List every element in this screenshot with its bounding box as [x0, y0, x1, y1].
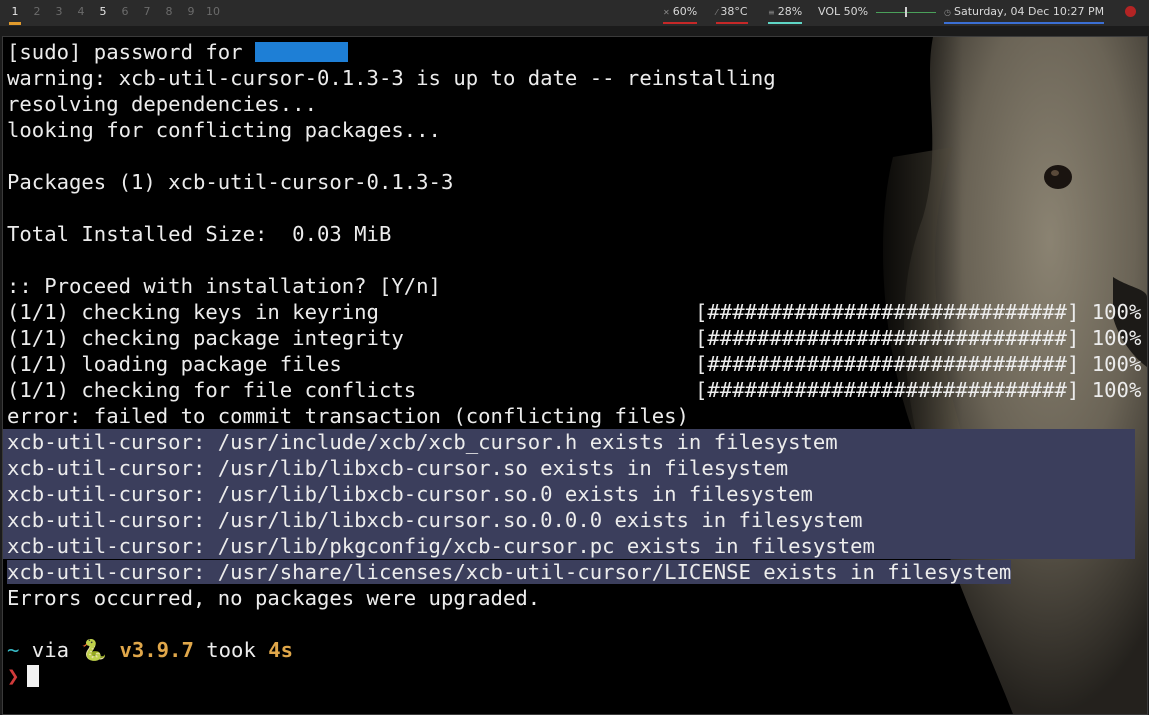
top-status-bar: 1 2 3 4 5 6 7 8 9 10 ✕ 60% ⁄ 38°C ≡ 28% VOL…	[0, 0, 1149, 26]
cpu-usage: ✕ 60%	[663, 5, 698, 24]
error-line: error: failed to commit transaction (con…	[7, 404, 689, 428]
workspace-9[interactable]: 9	[180, 0, 202, 26]
selected-conflict-line: xcb-util-cursor: /usr/lib/libxcb-cursor.…	[3, 481, 1143, 507]
output-line: Total Installed Size: 0.03 MiB	[7, 222, 392, 246]
output-line: warning: xcb-util-cursor-0.1.3-3 is up t…	[7, 66, 776, 90]
selected-conflict-line: xcb-util-cursor: /usr/share/licenses/xcb…	[7, 560, 1012, 584]
clock-icon: ◷	[944, 8, 951, 17]
output-line: looking for conflicting packages...	[7, 118, 441, 142]
volume-label: VOL 50%	[818, 5, 869, 18]
cwd: ~	[7, 638, 20, 662]
progress-bar: [#############################] 100%	[695, 300, 1142, 324]
progress-bar: [#############################] 100%	[695, 378, 1142, 402]
progress-bar: [#############################] 100%	[695, 326, 1142, 350]
terminal-output: [sudo] password for warning: xcb-util-cu…	[3, 39, 1143, 689]
memory-usage: ≡ 28%	[768, 5, 803, 24]
workspace-10[interactable]: 10	[202, 0, 224, 26]
progress-line: (1/1) checking package integrity [#######…	[7, 326, 1142, 350]
thermometer-icon: ⁄	[716, 8, 718, 17]
workspace-7[interactable]: 7	[136, 0, 158, 26]
output-line: resolving dependencies...	[7, 92, 317, 116]
output-line: :: Proceed with installation? [Y/n]	[7, 274, 441, 298]
redacted-username	[254, 42, 348, 62]
clock[interactable]: ◷ Saturday, 04 Dec 10:27 PM	[944, 5, 1105, 24]
selected-conflict-line: xcb-util-cursor: /usr/lib/pkgconfig/xcb-…	[3, 533, 1143, 559]
workspace-4[interactable]: 4	[70, 0, 92, 26]
sudo-prompt-line: [sudo] password for	[7, 39, 1143, 65]
output-line: Packages (1) xcb-util-cursor-0.1.3-3	[7, 170, 454, 194]
cpu-icon: ✕	[663, 8, 670, 17]
python-version: v3.9.7	[107, 638, 194, 662]
memory-value: 28%	[777, 5, 803, 18]
workspace-1[interactable]: 1	[4, 0, 26, 26]
memory-icon: ≡	[768, 8, 775, 17]
workspace-8[interactable]: 8	[158, 0, 180, 26]
shell-input-line[interactable]: ❯	[7, 663, 1143, 689]
command-duration: 4s	[268, 638, 294, 662]
terminal-window[interactable]: [sudo] password for warning: xcb-util-cu…	[2, 36, 1148, 715]
selected-conflict-line: xcb-util-cursor: /usr/lib/libxcb-cursor.…	[3, 507, 1143, 533]
workspace-3[interactable]: 3	[48, 0, 70, 26]
power-icon[interactable]	[1125, 6, 1136, 17]
summary-line: Errors occurred, no packages were upgrad…	[7, 586, 541, 610]
volume-slider[interactable]	[875, 7, 936, 17]
progress-bar: [#############################] 100%	[695, 352, 1142, 376]
selected-conflict-line: xcb-util-cursor: /usr/include/xcb/xcb_cu…	[3, 429, 1143, 455]
cpu-temperature: ⁄ 38°C	[716, 5, 748, 24]
date-time: Saturday, 04 Dec 10:27 PM	[953, 5, 1105, 18]
progress-line: (1/1) loading package files [############…	[7, 352, 1142, 376]
workspace-6[interactable]: 6	[114, 0, 136, 26]
text-cursor[interactable]	[27, 665, 40, 687]
progress-line: (1/1) checking for file conflicts [######…	[7, 378, 1142, 402]
workspace-5[interactable]: 5	[92, 0, 114, 26]
workspace-2[interactable]: 2	[26, 0, 48, 26]
shell-prompt-info: ~ via 🐍 v3.9.7 took 4s	[7, 638, 294, 662]
python-icon: 🐍	[81, 638, 108, 662]
progress-line: (1/1) checking keys in keyring [#########…	[7, 300, 1142, 324]
prompt-chevron-icon: ❯	[7, 664, 20, 688]
temperature-value: 38°C	[720, 5, 748, 18]
volume-control[interactable]: VOL 50%	[818, 5, 936, 21]
cpu-value: 60%	[672, 5, 698, 18]
selected-conflict-line: xcb-util-cursor: /usr/lib/libxcb-cursor.…	[3, 455, 1143, 481]
workspace-switcher: 1 2 3 4 5 6 7 8 9 10	[4, 0, 224, 26]
